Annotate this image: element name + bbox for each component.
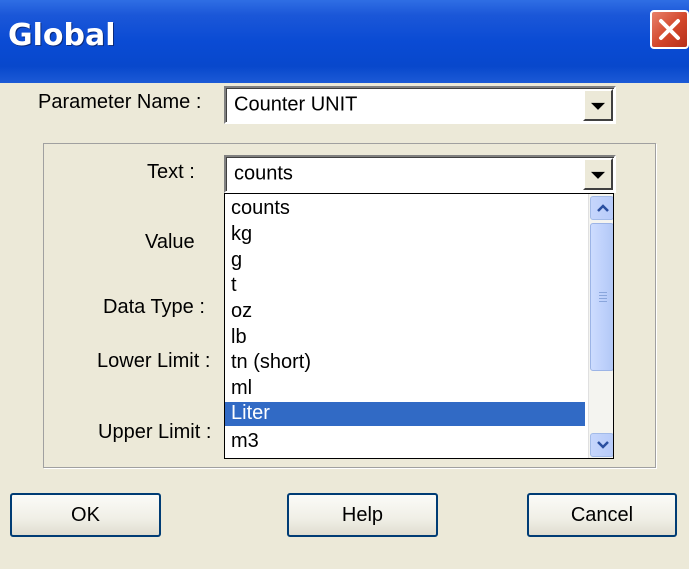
parameter-name-dropdown-arrow[interactable] xyxy=(583,89,613,121)
dialog-client-area: Parameter Name : Counter UNIT Text : cou… xyxy=(0,83,689,569)
parameter-name-label: Parameter Name : xyxy=(38,91,202,113)
scroll-grip-line xyxy=(599,295,607,296)
list-item[interactable]: tn (short) xyxy=(225,351,585,375)
text-dropdown-arrow[interactable] xyxy=(583,158,613,190)
text-combobox[interactable]: counts xyxy=(224,155,616,193)
list-item[interactable]: ml xyxy=(225,377,585,401)
chevron-up-icon xyxy=(597,204,609,212)
text-dropdown-list[interactable]: counts kg g t oz lb tn (short) ml Liter … xyxy=(224,193,614,459)
data-type-label: Data Type : xyxy=(103,296,205,318)
parameter-name-combobox[interactable]: Counter UNIT xyxy=(224,86,616,124)
lower-limit-label: Lower Limit : xyxy=(97,350,211,372)
scroll-grip-line xyxy=(599,298,607,299)
scroll-thumb[interactable] xyxy=(590,223,613,371)
help-button[interactable]: Help xyxy=(287,493,438,537)
close-button[interactable] xyxy=(650,10,689,49)
close-icon xyxy=(659,19,680,40)
ok-button[interactable]: OK xyxy=(10,493,161,537)
window-title: Global xyxy=(8,18,116,53)
upper-limit-label: Upper Limit : xyxy=(98,421,212,443)
list-item[interactable]: lb xyxy=(225,326,585,350)
list-item[interactable]: oz xyxy=(225,300,585,324)
text-label: Text : xyxy=(147,161,195,183)
text-combobox-value: counts xyxy=(234,162,293,185)
chevron-down-icon xyxy=(597,441,609,449)
list-item[interactable]: g xyxy=(225,249,585,273)
list-item[interactable]: counts xyxy=(225,197,585,221)
parameter-name-value: Counter UNIT xyxy=(234,93,358,116)
list-item-selected[interactable]: Liter xyxy=(225,402,585,426)
list-item[interactable]: t xyxy=(225,274,585,298)
list-item[interactable]: kg xyxy=(225,223,585,247)
scroll-up-button[interactable] xyxy=(590,196,613,220)
scroll-grip-line xyxy=(599,292,607,293)
cancel-button[interactable]: Cancel xyxy=(527,493,677,537)
scroll-grip-line xyxy=(599,301,607,302)
dropdown-scrollbar[interactable] xyxy=(588,194,613,458)
value-label: Value xyxy=(145,231,195,253)
scroll-down-button[interactable] xyxy=(590,433,613,457)
title-bar[interactable]: Global xyxy=(0,0,689,83)
list-item[interactable]: m3 xyxy=(225,430,585,454)
